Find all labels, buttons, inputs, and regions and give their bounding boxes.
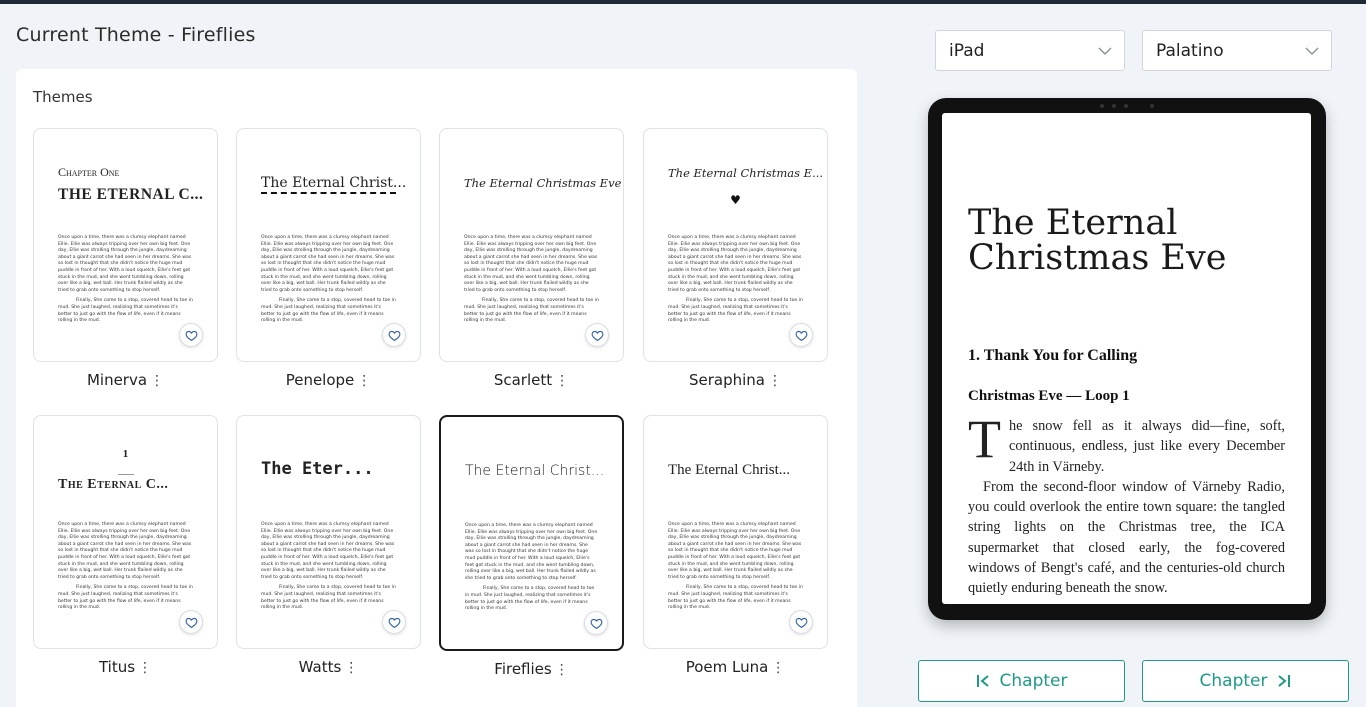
ipad-preview: The Eternal Christmas Eve 1. Thank You f… bbox=[928, 98, 1326, 620]
theme-name-penelope[interactable]: Penelope ⋮ bbox=[236, 371, 421, 389]
chapter-heading: 1. Thank You for Calling bbox=[968, 347, 1138, 364]
kebab-menu-icon[interactable]: ⋮ bbox=[138, 660, 152, 676]
theme-name-scarlett[interactable]: Scarlett ⋮ bbox=[439, 371, 624, 389]
camera-dot bbox=[1150, 104, 1154, 108]
chevron-down-icon bbox=[1305, 47, 1319, 55]
book-title: The Eternal Christmas Eve bbox=[968, 203, 1227, 278]
device-select-value: iPad bbox=[949, 41, 985, 61]
theme-name-titus[interactable]: Titus ⋮ bbox=[33, 658, 218, 676]
kebab-menu-icon[interactable]: ⋮ bbox=[344, 660, 358, 676]
device-select[interactable]: iPad bbox=[935, 30, 1125, 71]
card-sample-text: Once upon a time, there was a clumsy ele… bbox=[58, 235, 193, 324]
card-sample-text: Once upon a time, there was a clumsy ele… bbox=[58, 522, 193, 611]
card-heading: The Eternal Christmas Eve bbox=[464, 176, 622, 190]
theme-name-seraphina[interactable]: Seraphina ⋮ bbox=[643, 371, 828, 389]
kebab-menu-icon[interactable]: ⋮ bbox=[768, 373, 782, 389]
card-heading: The Eter... bbox=[261, 459, 374, 479]
themes-panel: Themes Chapter One THE ETERNAL C... Once… bbox=[16, 69, 857, 707]
favorite-button[interactable] bbox=[179, 323, 203, 347]
heart-icon bbox=[185, 330, 197, 341]
preview-prose: The snow fell as it always did—fine, sof… bbox=[968, 409, 1285, 599]
card-chapter-label: Chapter One bbox=[58, 165, 120, 179]
theme-card-fireflies[interactable]: The Eternal Christ... Once upon a time, … bbox=[439, 415, 624, 651]
card-heading: The Eternal Christ... bbox=[668, 462, 791, 478]
kebab-menu-icon[interactable]: ⋮ bbox=[555, 662, 569, 678]
favorite-button[interactable] bbox=[584, 611, 608, 635]
next-chapter-button[interactable]: Chapter bbox=[1142, 660, 1349, 702]
kebab-menu-icon[interactable]: ⋮ bbox=[150, 373, 164, 389]
favorite-button[interactable] bbox=[179, 610, 203, 634]
theme-card-watts[interactable]: The Eter... Once upon a time, there was … bbox=[236, 415, 421, 649]
card-heading: The Eternal Christ... bbox=[261, 175, 406, 194]
themes-label: Themes bbox=[33, 88, 93, 106]
theme-name-watts[interactable]: Watts ⋮ bbox=[236, 658, 421, 676]
theme-card-penelope[interactable]: The Eternal Christ... Once upon a time, … bbox=[236, 128, 421, 362]
kebab-menu-icon[interactable]: ⋮ bbox=[357, 373, 371, 389]
page-title: Current Theme - Fireflies bbox=[16, 24, 256, 46]
kebab-menu-icon[interactable]: ⋮ bbox=[555, 373, 569, 389]
card-heading: The Eternal C... bbox=[58, 477, 169, 492]
kebab-menu-icon[interactable]: ⋮ bbox=[771, 660, 785, 676]
previous-chapter-button[interactable]: Chapter bbox=[918, 660, 1125, 702]
drop-cap: T bbox=[968, 409, 1001, 469]
skip-previous-icon bbox=[976, 675, 989, 687]
heart-icon bbox=[388, 617, 400, 628]
font-select-value: Palatino bbox=[1156, 41, 1224, 61]
favorite-button[interactable] bbox=[789, 610, 813, 634]
theme-card-scarlett[interactable]: The Eternal Christmas Eve Once upon a ti… bbox=[439, 128, 624, 362]
theme-card-minerva[interactable]: Chapter One THE ETERNAL C... Once upon a… bbox=[33, 128, 218, 362]
theme-card-seraphina[interactable]: The Eternal Christmas E... ♥ Once upon a… bbox=[643, 128, 828, 362]
heart-icon bbox=[590, 618, 602, 629]
favorite-button[interactable] bbox=[789, 323, 813, 347]
camera-dot bbox=[1100, 104, 1104, 108]
camera-dot bbox=[1124, 104, 1128, 108]
heart-icon bbox=[185, 617, 197, 628]
card-sample-text: Once upon a time, there was a clumsy ele… bbox=[261, 522, 396, 611]
heart-ornament-icon: ♥ bbox=[730, 193, 741, 207]
preview-screen: The Eternal Christmas Eve 1. Thank You f… bbox=[942, 113, 1311, 604]
favorite-button[interactable] bbox=[382, 610, 406, 634]
card-sample-text: Once upon a time, there was a clumsy ele… bbox=[464, 235, 599, 324]
card-heading: THE ETERNAL C... bbox=[58, 186, 204, 203]
heart-icon bbox=[795, 330, 807, 341]
section-subheading: Christmas Eve — Loop 1 bbox=[968, 388, 1130, 404]
camera-dot bbox=[1112, 104, 1116, 108]
favorite-button[interactable] bbox=[382, 323, 406, 347]
heart-icon bbox=[795, 617, 807, 628]
card-divider bbox=[118, 474, 134, 475]
card-sample-text: Once upon a time, there was a clumsy ele… bbox=[668, 235, 803, 324]
theme-name-fireflies[interactable]: Fireflies ⋮ bbox=[439, 660, 624, 678]
card-heading: The Eternal Christmas E... bbox=[668, 166, 824, 180]
heart-icon bbox=[388, 330, 400, 341]
font-select[interactable]: Palatino bbox=[1142, 30, 1332, 71]
card-heading: The Eternal Christ... bbox=[465, 463, 605, 479]
theme-name-poem-luna[interactable]: Poem Luna ⋮ bbox=[643, 658, 828, 676]
preview-paragraph: The snow fell as it always did—fine, sof… bbox=[968, 409, 1285, 475]
theme-card-titus[interactable]: 1 The Eternal C... Once upon a time, the… bbox=[33, 415, 218, 649]
top-bar bbox=[0, 0, 1366, 4]
card-sample-text: Once upon a time, there was a clumsy ele… bbox=[465, 523, 598, 612]
theme-name-minerva[interactable]: Minerva ⋮ bbox=[33, 371, 218, 389]
skip-next-icon bbox=[1278, 675, 1291, 687]
heart-icon bbox=[591, 330, 603, 341]
favorite-button[interactable] bbox=[585, 323, 609, 347]
card-chapter-number: 1 bbox=[122, 448, 129, 460]
theme-card-poem-luna[interactable]: The Eternal Christ... Once upon a time, … bbox=[643, 415, 828, 649]
preview-paragraph: From the second-floor window of Värneby … bbox=[968, 478, 1285, 597]
card-sample-text: Once upon a time, there was a clumsy ele… bbox=[261, 235, 396, 324]
chevron-down-icon bbox=[1098, 47, 1112, 55]
card-sample-text: Once upon a time, there was a clumsy ele… bbox=[668, 522, 803, 611]
